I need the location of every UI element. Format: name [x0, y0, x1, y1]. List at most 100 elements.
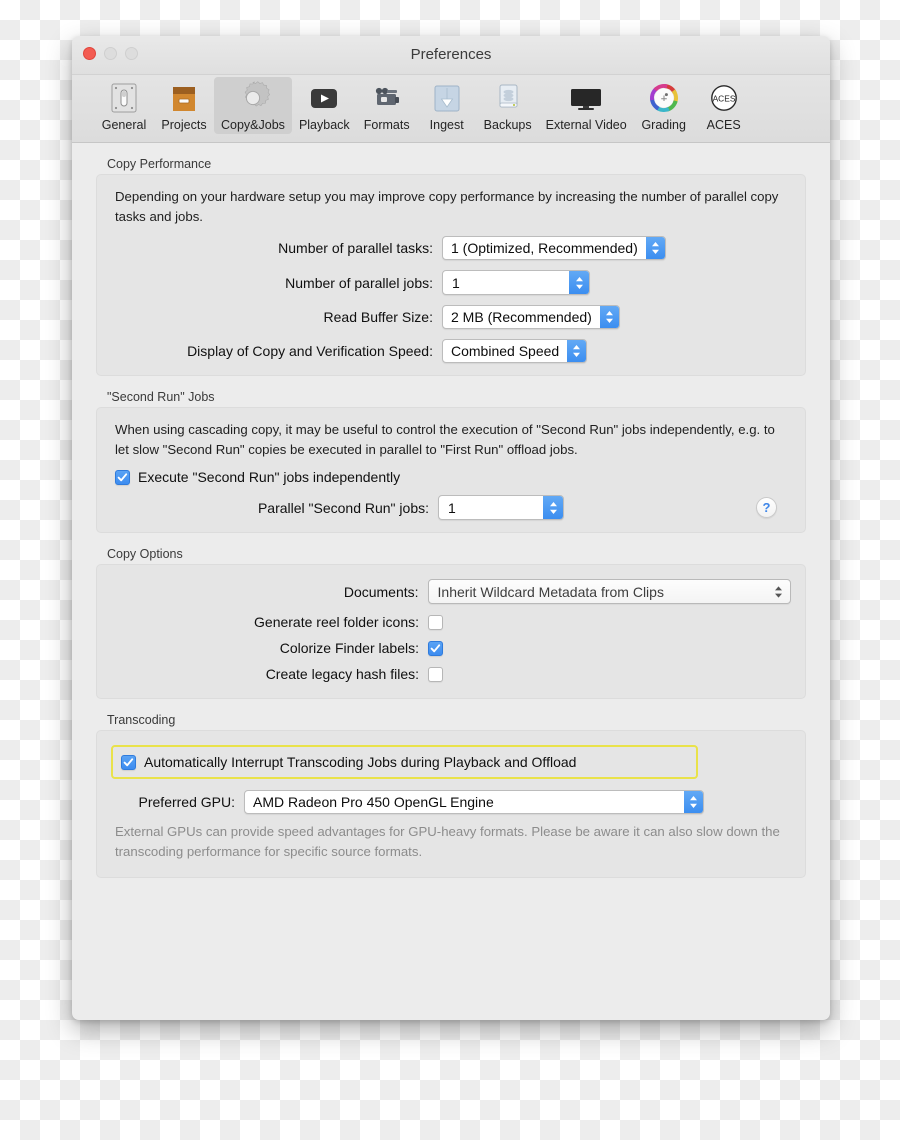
general-switch-icon: [104, 80, 144, 116]
checkbox-colorize-finder-labels[interactable]: [428, 640, 443, 656]
monitor-icon: [566, 80, 606, 116]
row-reel-folder-icons: Generate reel folder icons:: [111, 614, 791, 630]
group-title-transcoding: Transcoding: [107, 713, 176, 728]
checkbox-reel-folder-icons[interactable]: [428, 614, 443, 630]
label-speed-display: Display of Copy and Verification Speed:: [187, 343, 433, 360]
highlight-ring-auto-interrupt: Automatically Interrupt Transcoding Jobs…: [111, 745, 698, 780]
group-second-run-jobs: "Second Run" Jobs When using cascading c…: [96, 390, 806, 534]
stepper-parallel-second-run-jobs[interactable]: 1: [438, 495, 564, 521]
toolbar-item-grading[interactable]: Grading: [634, 77, 694, 134]
checkbox-row-execute-independently[interactable]: Execute "Second Run" jobs independently: [115, 469, 791, 485]
toolbar-label-aces: ACES: [706, 118, 741, 132]
row-colorize-finder-labels: Colorize Finder labels:: [111, 640, 791, 656]
toolbar-item-backups[interactable]: Backups: [477, 77, 539, 134]
checkbox-legacy-hash-files[interactable]: [428, 666, 443, 682]
toolbar-item-external-video[interactable]: External Video: [539, 77, 634, 134]
preferences-content: Copy Performance Depending on your hardw…: [72, 143, 830, 879]
popup-value-preferred-gpu: AMD Radeon Pro 450 OpenGL Engine: [253, 794, 494, 811]
color-wheel-icon: [644, 80, 684, 116]
row-documents: Documents: Inherit Wildcard Metadata fro…: [111, 579, 791, 605]
chevron-up-down-icon: [567, 340, 587, 363]
group-box-second-run-jobs: When using cascading copy, it may be use…: [96, 407, 806, 534]
transcoding-note: External GPUs can provide speed advantag…: [115, 824, 780, 859]
popup-speed-display[interactable]: Combined Speed: [442, 339, 588, 364]
toolbar-label-projects: Projects: [161, 118, 207, 132]
copy-performance-description: Depending on your hardware setup you may…: [115, 189, 779, 224]
group-title-copy-options: Copy Options: [107, 547, 183, 562]
group-box-transcoding: Automatically Interrupt Transcoding Jobs…: [96, 730, 806, 879]
pulldown-value-documents: Inherit Wildcard Metadata from Clips: [437, 583, 664, 600]
toolbar-label-general: General: [101, 118, 147, 132]
group-transcoding: Transcoding Automatically Interrupt Tran…: [96, 713, 806, 879]
hard-drive-icon: [488, 80, 528, 116]
toolbar-item-projects[interactable]: Projects: [154, 77, 214, 134]
toolbar-label-ingest: Ingest: [429, 118, 464, 132]
group-title-copy-performance: Copy Performance: [107, 157, 212, 171]
group-copy-options: Copy Options Documents: Inherit Wildcard…: [96, 547, 806, 700]
popup-parallel-tasks[interactable]: 1 (Optimized, Recommended): [442, 236, 666, 261]
toolbar-item-general[interactable]: General: [94, 77, 154, 134]
group-box-copy-performance: Depending on your hardware setup you may…: [96, 174, 806, 377]
row-preferred-gpu: Preferred GPU: AMD Radeon Pro 450 OpenGL…: [111, 790, 791, 815]
chevron-up-down-icon: [684, 791, 703, 814]
toolbar-item-aces[interactable]: ACES ACES: [694, 77, 754, 134]
toolbar-item-formats[interactable]: Formats: [357, 77, 417, 134]
window-title: Preferences: [410, 46, 492, 63]
preferences-window: Preferences General Projects Copy&Jobs P…: [72, 36, 830, 1020]
toolbar-label-external-video: External Video: [545, 118, 627, 132]
chevron-up-down-icon: [645, 237, 665, 260]
label-auto-interrupt-transcoding: Automatically Interrupt Transcoding Jobs…: [144, 754, 577, 771]
preferences-toolbar: General Projects Copy&Jobs Playback Form…: [72, 75, 830, 143]
label-preferred-gpu: Preferred GPU:: [138, 794, 235, 811]
label-parallel-jobs: Number of parallel jobs:: [285, 274, 433, 291]
second-run-description: When using cascading copy, it may be use…: [115, 422, 775, 457]
row-read-buffer-size: Read Buffer Size: 2 MB (Recommended): [111, 305, 791, 330]
toolbar-item-playback[interactable]: Playback: [292, 77, 357, 134]
group-box-copy-options: Documents: Inherit Wildcard Metadata fro…: [96, 564, 806, 700]
svg-text:ACES: ACES: [712, 93, 735, 103]
label-documents: Documents:: [343, 583, 419, 600]
toolbar-item-ingest[interactable]: Ingest: [417, 77, 477, 134]
row-legacy-hash-files: Create legacy hash files:: [111, 666, 791, 682]
stepper-value-parallel-second-run-jobs: 1: [448, 499, 456, 516]
gear-icon: [233, 80, 273, 116]
row-parallel-jobs: Number of parallel jobs: 1: [111, 270, 791, 296]
popup-value-parallel-tasks: 1 (Optimized, Recommended): [451, 240, 638, 257]
pulldown-documents[interactable]: Inherit Wildcard Metadata from Clips: [427, 579, 791, 605]
group-copy-performance: Copy Performance Depending on your hardw…: [96, 157, 806, 377]
toolbar-label-formats: Formats: [363, 118, 410, 132]
download-arrow-icon: [427, 80, 467, 116]
chevron-up-down-icon[interactable]: [543, 496, 563, 520]
label-colorize-finder-labels: Colorize Finder labels:: [279, 640, 419, 657]
label-legacy-hash-files: Create legacy hash files:: [265, 666, 419, 683]
stepper-value-parallel-jobs: 1: [452, 274, 460, 291]
chevron-up-down-icon[interactable]: [569, 271, 589, 295]
label-parallel-tasks: Number of parallel tasks:: [278, 240, 433, 257]
row-parallel-tasks: Number of parallel tasks: 1 (Optimized, …: [111, 236, 791, 261]
help-button[interactable]: ?: [756, 497, 777, 519]
toolbar-item-copy-and-jobs[interactable]: Copy&Jobs: [214, 77, 292, 134]
label-read-buffer-size: Read Buffer Size:: [323, 309, 433, 326]
stepper-parallel-jobs[interactable]: 1: [442, 270, 590, 296]
window-titlebar: Preferences: [72, 36, 830, 75]
popup-value-speed-display: Combined Speed: [451, 343, 560, 360]
checkbox-execute-independently[interactable]: [115, 469, 130, 485]
aces-circle-icon: ACES: [704, 80, 744, 116]
popup-read-buffer-size[interactable]: 2 MB (Recommended): [442, 305, 620, 330]
label-parallel-second-run-jobs: Parallel "Second Run" jobs:: [257, 499, 429, 516]
toolbar-label-backups: Backups: [483, 118, 532, 132]
toolbar-label-copy-and-jobs: Copy&Jobs: [221, 118, 285, 132]
row-speed-display: Display of Copy and Verification Speed: …: [111, 339, 791, 364]
projects-box-icon: [164, 80, 204, 116]
checkbox-auto-interrupt-transcoding[interactable]: [121, 754, 136, 770]
video-camera-icon: [367, 80, 407, 116]
popup-value-read-buffer-size: 2 MB (Recommended): [451, 309, 592, 326]
toolbar-label-playback: Playback: [298, 118, 350, 132]
row-parallel-second-run-jobs: Parallel "Second Run" jobs: 1 ?: [111, 495, 791, 521]
group-title-second-run-jobs: "Second Run" Jobs: [107, 390, 215, 405]
popup-preferred-gpu[interactable]: AMD Radeon Pro 450 OpenGL Engine: [244, 790, 704, 815]
label-execute-independently: Execute "Second Run" jobs independently: [138, 469, 401, 486]
label-reel-folder-icons: Generate reel folder icons:: [254, 614, 419, 631]
chevron-up-down-icon: [599, 306, 619, 329]
toolbar-label-grading: Grading: [641, 118, 686, 132]
